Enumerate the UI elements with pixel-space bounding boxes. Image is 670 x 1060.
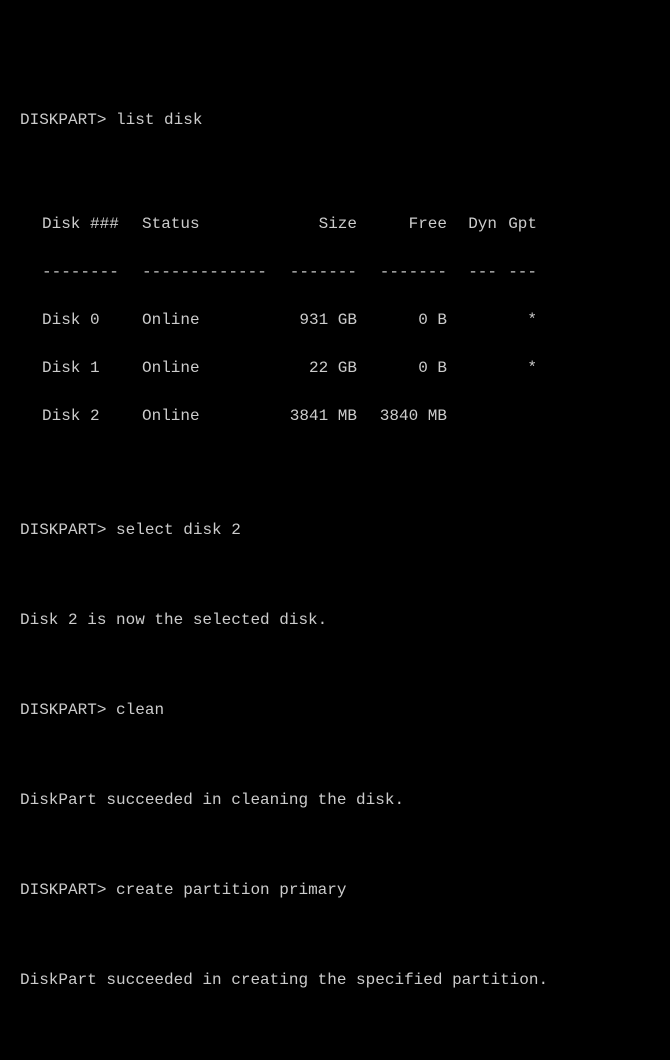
sep-free: ------- <box>357 260 447 284</box>
prompt: DISKPART> <box>20 521 106 539</box>
sep-dyn: --- <box>447 260 497 284</box>
table-header-row: Disk ###StatusSizeFreeDynGpt <box>42 212 650 236</box>
header-gpt: Gpt <box>497 212 537 236</box>
cell-disk: Disk 2 <box>42 404 142 428</box>
header-size: Size <box>282 212 357 236</box>
message-selected: Disk 2 is now the selected disk. <box>20 608 650 632</box>
cell-free: 0 B <box>357 308 447 332</box>
command-text: create partition primary <box>116 881 346 899</box>
header-free: Free <box>357 212 447 236</box>
command-text: list disk <box>116 111 202 129</box>
sep-disk: -------- <box>42 260 142 284</box>
sep-gpt: --- <box>497 260 537 284</box>
cell-size: 22 GB <box>282 356 357 380</box>
prompt: DISKPART> <box>20 701 106 719</box>
cell-disk: Disk 0 <box>42 308 142 332</box>
cell-size: 931 GB <box>282 308 357 332</box>
prompt: DISKPART> <box>20 111 106 129</box>
header-status: Status <box>142 212 282 236</box>
command-text: clean <box>116 701 164 719</box>
cell-gpt <box>497 404 537 428</box>
cell-status: Online <box>142 308 282 332</box>
command-text: select disk 2 <box>116 521 241 539</box>
command-line-exit[interactable]: DISKPART> exit <box>20 1058 650 1060</box>
table-separator-row: ----------------------------------------… <box>42 260 650 284</box>
sep-size: ------- <box>282 260 357 284</box>
command-line-create: DISKPART> create partition primary <box>20 878 650 902</box>
cell-dyn <box>447 404 497 428</box>
table-row: Disk 1Online22 GB0 B * <box>42 356 650 380</box>
cell-gpt: * <box>497 356 537 380</box>
cell-disk: Disk 1 <box>42 356 142 380</box>
message-cleaned: DiskPart succeeded in cleaning the disk. <box>20 788 650 812</box>
sep-status: ------------- <box>142 260 282 284</box>
command-line-select: DISKPART> select disk 2 <box>20 518 650 542</box>
command-line-list: DISKPART> list disk <box>20 108 650 132</box>
disk-table: Disk ###StatusSizeFreeDynGpt -----------… <box>20 184 650 452</box>
command-line-clean: DISKPART> clean <box>20 698 650 722</box>
cell-status: Online <box>142 356 282 380</box>
message-created: DiskPart succeeded in creating the speci… <box>20 968 650 992</box>
cell-status: Online <box>142 404 282 428</box>
cell-size: 3841 MB <box>282 404 357 428</box>
prompt: DISKPART> <box>20 881 106 899</box>
cell-free: 3840 MB <box>357 404 447 428</box>
cell-dyn <box>447 356 497 380</box>
header-dyn: Dyn <box>447 212 497 236</box>
cell-free: 0 B <box>357 356 447 380</box>
header-disk: Disk ### <box>42 212 142 236</box>
cell-gpt: * <box>497 308 537 332</box>
table-row: Disk 0Online931 GB0 B * <box>42 308 650 332</box>
cell-dyn <box>447 308 497 332</box>
table-row: Disk 2Online3841 MB3840 MB <box>42 404 650 428</box>
